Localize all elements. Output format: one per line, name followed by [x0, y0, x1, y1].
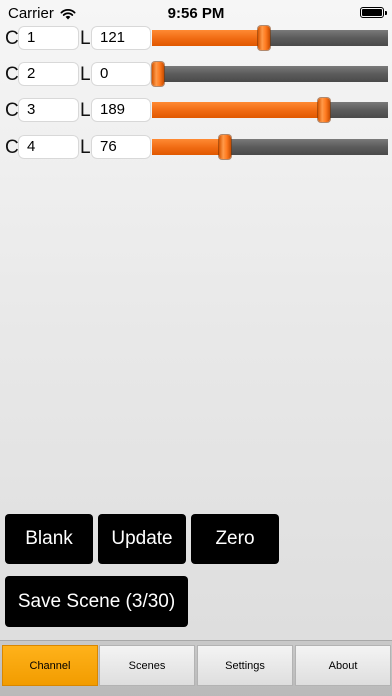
level-prefix-label: L	[80, 100, 91, 121]
level-value-field[interactable]: 0	[91, 62, 151, 86]
tab-bar: Channel Scenes Settings About	[0, 640, 392, 696]
level-value-field[interactable]: 76	[91, 135, 151, 159]
tab-settings[interactable]: Settings	[197, 645, 293, 686]
channel-row-3: C 3 L 189	[0, 98, 392, 124]
level-value-field[interactable]: 121	[91, 26, 151, 50]
channel-number-field[interactable]: 3	[18, 98, 79, 122]
level-slider[interactable]	[152, 62, 388, 86]
channel-prefix-label: C	[5, 28, 19, 49]
save-scene-button[interactable]: Save Scene (3/30)	[5, 576, 188, 627]
channel-row-2: C 2 L 0	[0, 62, 392, 88]
channel-row-1: C 1 L 121	[0, 26, 392, 52]
channel-number-field[interactable]: 2	[18, 62, 79, 86]
tab-scenes[interactable]: Scenes	[99, 645, 195, 686]
channel-prefix-label: C	[5, 100, 19, 121]
slider-fill	[152, 30, 265, 46]
tab-about[interactable]: About	[295, 645, 391, 686]
level-slider[interactable]	[152, 135, 388, 159]
slider-fill	[152, 139, 225, 155]
level-prefix-label: L	[80, 137, 91, 158]
channel-number-field[interactable]: 4	[18, 135, 79, 159]
slider-thumb[interactable]	[218, 135, 231, 159]
level-slider[interactable]	[152, 26, 388, 50]
tab-channel[interactable]: Channel	[2, 645, 98, 686]
blank-button[interactable]: Blank	[5, 514, 93, 564]
level-value-field[interactable]: 189	[91, 98, 151, 122]
level-slider[interactable]	[152, 98, 388, 122]
slider-thumb[interactable]	[317, 98, 330, 122]
channel-prefix-label: C	[5, 137, 19, 158]
battery-icon	[360, 7, 387, 18]
update-button[interactable]: Update	[98, 514, 186, 564]
status-time: 9:56 PM	[167, 5, 225, 22]
level-prefix-label: L	[80, 64, 91, 85]
channel-prefix-label: C	[5, 64, 19, 85]
slider-thumb[interactable]	[258, 26, 271, 50]
channel-number-field[interactable]: 1	[18, 26, 79, 50]
slider-thumb[interactable]	[152, 62, 164, 86]
level-prefix-label: L	[80, 28, 91, 49]
status-bar: Carrier 9:56 PM	[0, 0, 392, 26]
zero-button[interactable]: Zero	[191, 514, 279, 564]
channel-row-4: C 4 L 76	[0, 135, 392, 161]
slider-fill	[152, 102, 324, 118]
